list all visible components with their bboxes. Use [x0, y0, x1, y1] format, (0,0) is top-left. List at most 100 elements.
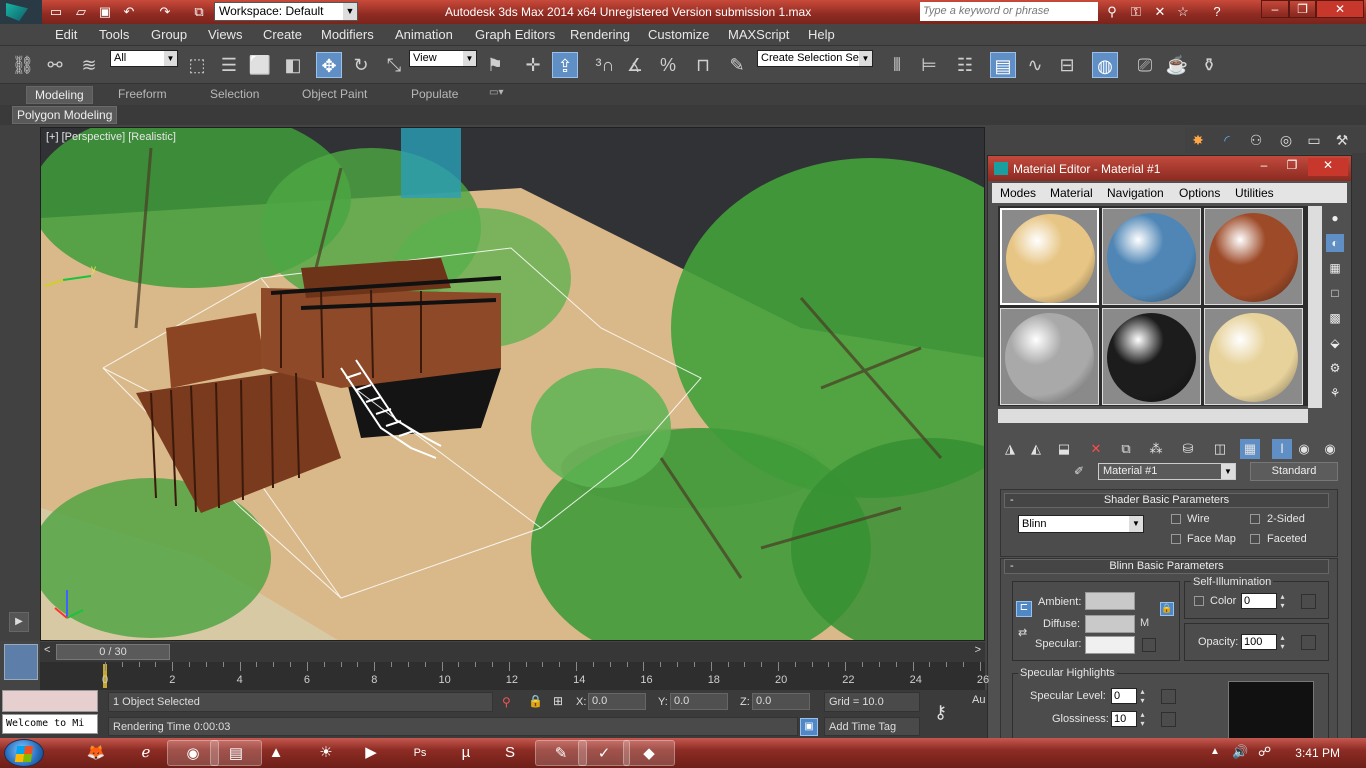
- diffuse-map-button[interactable]: M: [1140, 617, 1154, 631]
- make-preview-icon[interactable]: ⬙: [1326, 334, 1344, 352]
- menu-navigation[interactable]: Navigation: [1107, 186, 1164, 200]
- show-map-in-viewport-icon[interactable]: ▦: [1240, 439, 1260, 459]
- menu-rendering[interactable]: Rendering: [570, 27, 630, 42]
- align-icon[interactable]: ⊨: [916, 52, 942, 78]
- assign-to-selection-icon[interactable]: ⬓: [1054, 439, 1074, 459]
- help-icon[interactable]: ?: [1208, 3, 1226, 20]
- time-slider[interactable]: < 0 / 30 >: [40, 642, 985, 662]
- app-logo-icon[interactable]: [0, 0, 42, 24]
- taskbar-clock[interactable]: 3:41 PM: [1295, 746, 1340, 760]
- menu-modifiers[interactable]: Modifiers: [321, 27, 374, 42]
- go-to-parent-icon[interactable]: ◉: [1294, 439, 1314, 459]
- perspective-viewport[interactable]: [+] [Perspective] [Realistic] y: [40, 127, 985, 641]
- menu-graph-editors[interactable]: Graph Editors: [475, 27, 555, 42]
- new-file-icon[interactable]: ▭: [47, 3, 65, 20]
- select-manipulate-icon[interactable]: ✛: [520, 52, 546, 78]
- opacity-map-button[interactable]: [1301, 635, 1316, 650]
- menu-customize[interactable]: Customize: [648, 27, 709, 42]
- make-copy-icon[interactable]: ⧉: [1116, 439, 1136, 459]
- named-selection-dropdown[interactable]: Create Selection Se ▼: [757, 50, 873, 67]
- create-panel-icon[interactable]: ✸: [1187, 129, 1209, 151]
- eyedropper-icon[interactable]: ✐: [1074, 464, 1090, 480]
- specular-level-map-button[interactable]: [1161, 689, 1176, 704]
- tab-freeform[interactable]: Freeform: [118, 87, 167, 101]
- menu-edit[interactable]: Edit: [55, 27, 77, 42]
- time-slider-next-icon[interactable]: >: [975, 644, 981, 656]
- face-map-checkbox[interactable]: [1171, 534, 1181, 544]
- select-and-rotate-icon[interactable]: ↻: [348, 52, 374, 78]
- opacity-spinner[interactable]: 100: [1241, 633, 1287, 651]
- ambient-color-swatch[interactable]: [1085, 592, 1135, 610]
- percent-snap-icon[interactable]: %: [655, 52, 681, 78]
- maxscript-listener[interactable]: Welcome to Mi: [2, 714, 98, 734]
- material-editor-titlebar[interactable]: Material Editor - Material #1 – ❐ ✕: [988, 156, 1351, 181]
- redo-icon[interactable]: ↷: [156, 3, 174, 20]
- menu-tools[interactable]: Tools: [99, 27, 129, 42]
- shader-rollout-header[interactable]: - Shader Basic Parameters: [1004, 493, 1329, 508]
- material-editor-icon[interactable]: ◍: [1092, 52, 1118, 78]
- menu-views[interactable]: Views: [208, 27, 242, 42]
- glossiness-map-button[interactable]: [1161, 712, 1176, 727]
- material-slot[interactable]: [1204, 208, 1303, 305]
- put-to-scene-icon[interactable]: ◭: [1026, 439, 1046, 459]
- tab-populate[interactable]: Populate: [411, 87, 458, 101]
- polygon-modeling-panel[interactable]: Polygon Modeling: [12, 106, 118, 124]
- utilities-panel-icon[interactable]: ⚒: [1331, 129, 1353, 151]
- project-folder-icon[interactable]: ⧉: [190, 3, 208, 20]
- play-icon[interactable]: ▶: [9, 612, 29, 632]
- self-illum-spinner[interactable]: 0: [1241, 592, 1287, 610]
- select-and-scale-icon[interactable]: ⤡: [381, 52, 407, 78]
- menu-help[interactable]: Help: [808, 27, 835, 42]
- options-icon[interactable]: ⚙: [1326, 359, 1344, 377]
- minimize-button[interactable]: –: [1261, 0, 1289, 18]
- select-and-move-icon[interactable]: ✥: [316, 52, 342, 78]
- rectangular-selection-icon[interactable]: ⬜: [247, 52, 273, 78]
- layer-manager-icon[interactable]: ☷: [952, 52, 978, 78]
- rendered-frame-window-icon[interactable]: ☕: [1164, 52, 1190, 78]
- hierarchy-panel-icon[interactable]: ⚇: [1245, 129, 1267, 151]
- modify-panel-icon[interactable]: ◜: [1216, 129, 1238, 151]
- minimize-button[interactable]: –: [1252, 158, 1276, 174]
- material-id-channel-icon[interactable]: ◫: [1210, 439, 1230, 459]
- maximize-button[interactable]: ❐: [1289, 0, 1316, 18]
- firefox-icon[interactable]: 🦊: [70, 740, 122, 766]
- skype-icon[interactable]: S: [484, 740, 536, 766]
- make-unique-icon[interactable]: ⁂: [1146, 439, 1166, 459]
- photoshop-icon[interactable]: Ps: [394, 740, 446, 766]
- slots-horizontal-scrollbar[interactable]: [998, 409, 1308, 423]
- media-player-icon[interactable]: ▶: [345, 740, 397, 766]
- select-by-material-icon[interactable]: ⚘: [1326, 384, 1344, 402]
- close-button[interactable]: ✕: [1316, 0, 1364, 18]
- save-icon[interactable]: ▣: [96, 3, 114, 20]
- material-slot[interactable]: [1102, 208, 1201, 305]
- ribbon-options-icon[interactable]: ▭▾: [489, 87, 503, 98]
- unlink-icon[interactable]: ⚯: [42, 52, 68, 78]
- slots-vertical-scrollbar[interactable]: [1308, 206, 1322, 408]
- material-name-field[interactable]: Material #1 ▼: [1098, 463, 1236, 480]
- communication-icon[interactable]: ✕: [1151, 3, 1169, 20]
- binoculars-icon[interactable]: ⚲: [1103, 3, 1121, 20]
- glossiness-spinner[interactable]: 10: [1111, 710, 1147, 728]
- material-slot[interactable]: [1102, 308, 1201, 405]
- close-button[interactable]: ✕: [1308, 158, 1348, 176]
- menu-create[interactable]: Create: [263, 27, 302, 42]
- auto-key-button[interactable]: Au: [972, 694, 985, 706]
- specular-map-button[interactable]: [1142, 638, 1156, 652]
- scene-explorer-icon[interactable]: ▤: [990, 52, 1016, 78]
- sample-uv-tiling-icon[interactable]: □: [1326, 284, 1344, 302]
- motion-panel-icon[interactable]: ◎: [1275, 129, 1297, 151]
- diffuse-color-swatch[interactable]: [1085, 615, 1135, 633]
- z-coordinate-field[interactable]: 0.0: [752, 693, 810, 710]
- time-slider-prev-icon[interactable]: <: [44, 644, 50, 656]
- tab-selection[interactable]: Selection: [210, 87, 259, 101]
- render-production-icon[interactable]: ⚱: [1196, 52, 1222, 78]
- video-color-check-icon[interactable]: ▩: [1326, 309, 1344, 327]
- specular-color-swatch[interactable]: [1085, 636, 1135, 654]
- menu-utilities[interactable]: Utilities: [1235, 186, 1274, 200]
- add-time-tag[interactable]: Add Time Tag: [824, 717, 920, 736]
- background-icon[interactable]: ▦: [1326, 259, 1344, 277]
- select-and-link-icon[interactable]: ⛓: [10, 52, 36, 78]
- volume-icon[interactable]: 🔊: [1232, 744, 1248, 760]
- shader-dropdown[interactable]: Blinn ▼: [1018, 515, 1144, 533]
- go-forward-sibling-icon[interactable]: ◉: [1320, 439, 1340, 459]
